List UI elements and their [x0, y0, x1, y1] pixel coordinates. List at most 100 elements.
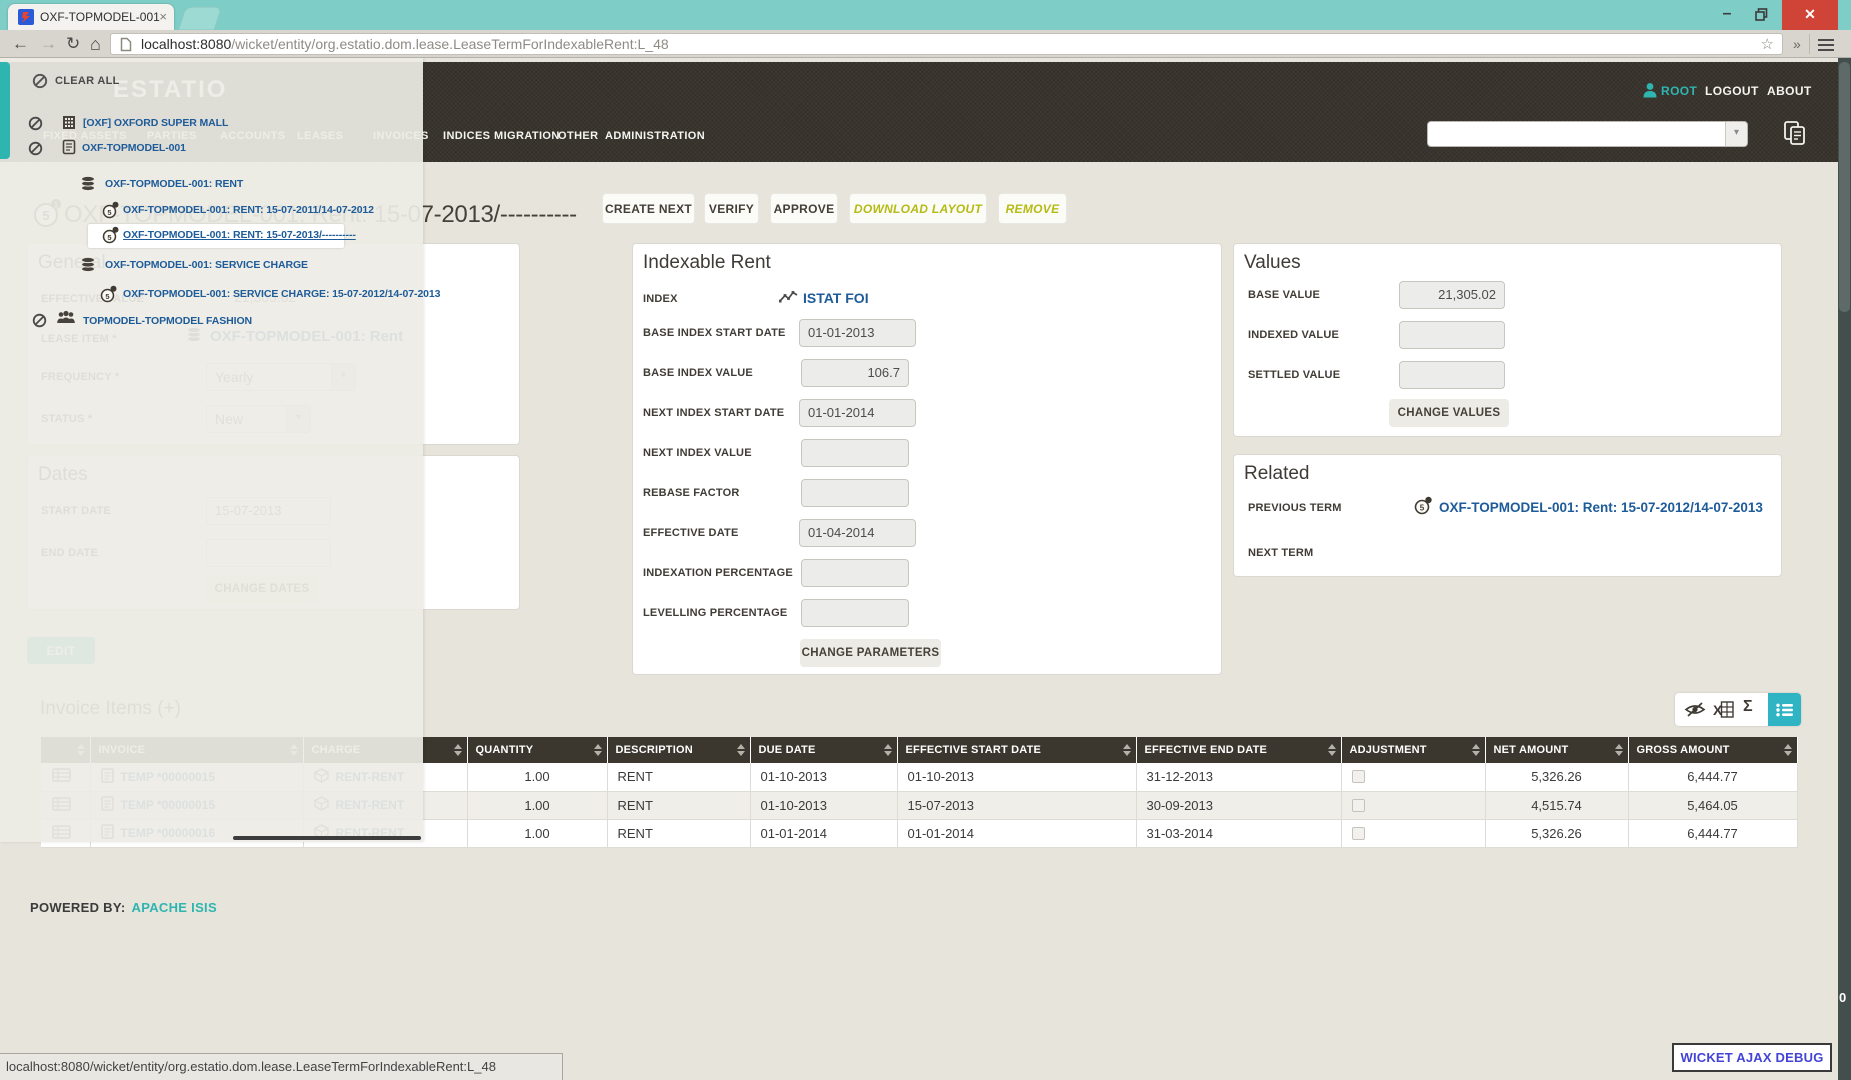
col-adjustment[interactable]: ADJUSTMENT	[1341, 737, 1485, 763]
bookmarks-panel-handle[interactable]	[0, 62, 10, 159]
sort-icon	[1328, 744, 1336, 756]
indexation-percentage-label: INDEXATION PERCENTAGE	[643, 567, 793, 579]
quantity-cell: 1.00	[467, 819, 607, 847]
previous-term-link[interactable]: OXF-TOPMODEL-001: Rent: 15-07-2012/14-07…	[1439, 500, 1763, 515]
bookmark-oxford-super-mall[interactable]: [OXF] OXFORD SUPER MALL	[83, 117, 228, 129]
quantity-cell: 1.00	[467, 791, 607, 819]
wicket-ajax-debug-button[interactable]: WICKET AJAX DEBUG	[1672, 1043, 1832, 1072]
related-title: Related	[1244, 463, 1310, 485]
sort-icon	[884, 744, 892, 756]
ban-icon[interactable]	[28, 141, 43, 161]
search-input[interactable]	[1430, 124, 1722, 144]
next-index-value-field	[801, 439, 909, 467]
bookmark-star-icon[interactable]: ☆	[1761, 35, 1774, 53]
verify-button[interactable]: VERIFY	[704, 193, 759, 224]
remove-button[interactable]: REMOVE	[998, 193, 1067, 224]
approve-button[interactable]: APPROVE	[770, 193, 838, 224]
bookmark-service-charge[interactable]: OXF-TOPMODEL-001: SERVICE CHARGE	[105, 259, 308, 271]
nav-administration[interactable]: ADMINISTRATION	[605, 130, 705, 142]
search-dropdown-icon[interactable]: ▾	[1725, 122, 1747, 146]
change-values-button[interactable]: CHANGE VALUES	[1389, 399, 1509, 427]
sort-icon	[1472, 744, 1480, 756]
debug-counter: 0	[1839, 990, 1846, 1005]
url-bar[interactable]: localhost:8080/wicket/entity/org.estatio…	[110, 33, 1783, 55]
nav-other[interactable]: OTHER	[558, 130, 599, 142]
window-restore-button[interactable]	[1746, 0, 1776, 30]
nav-indices[interactable]: INDICES	[443, 130, 490, 142]
values-title: Values	[1244, 252, 1301, 274]
clear-all-icon[interactable]	[32, 73, 48, 94]
levelling-percentage-field	[801, 599, 909, 627]
more-extensions-icon[interactable]: »	[1793, 33, 1801, 55]
bookmark-service-charge-2012[interactable]: OXF-TOPMODEL-001: SERVICE CHARGE: 15-07-…	[123, 288, 440, 300]
col-effective-start-date[interactable]: EFFECTIVE START DATE	[897, 737, 1136, 763]
nav-migration[interactable]: MIGRATION	[494, 130, 560, 142]
change-parameters-button[interactable]: CHANGE PARAMETERS	[800, 639, 941, 667]
bookmark-oxf-topmodel-001[interactable]: OXF-TOPMODEL-001	[82, 142, 186, 154]
adjustment-checkbox[interactable]	[1352, 770, 1365, 783]
favicon-icon	[18, 9, 34, 30]
bookmark-topmodel-fashion[interactable]: TOPMODEL-TOPMODEL FASHION	[83, 315, 252, 327]
sort-icon	[1784, 744, 1792, 756]
hide-columns-icon[interactable]	[1684, 701, 1706, 723]
bookmark-rent-2013-active[interactable]: OXF-TOPMODEL-001: RENT: 15-07-2013/-----…	[123, 229, 356, 241]
browser-titlebar: OXF-TOPMODEL-001 × – ✕	[0, 0, 1851, 30]
overlay-hscrollbar[interactable]	[233, 836, 421, 840]
indexable-rent-title: Indexable Rent	[643, 252, 771, 274]
col-quantity[interactable]: QUANTITY	[467, 737, 607, 763]
effective-start-date-cell: 15-07-2013	[897, 791, 1136, 819]
adjustment-checkbox[interactable]	[1352, 799, 1365, 812]
page-scrollbar[interactable]: 0	[1838, 0, 1851, 1080]
sort-icon	[737, 744, 745, 756]
copy-icon[interactable]	[1782, 120, 1809, 152]
clear-all-label[interactable]: CLEAR ALL	[55, 75, 120, 87]
list-view-button[interactable]	[1768, 693, 1801, 726]
net-amount-cell: 5,326.26	[1485, 763, 1628, 791]
browser-tab[interactable]: OXF-TOPMODEL-001 ×	[8, 4, 174, 30]
gross-amount-cell: 6,444.77	[1628, 819, 1797, 847]
export-excel-icon[interactable]: X	[1713, 701, 1734, 723]
levelling-percentage-label: LEVELLING PERCENTAGE	[643, 607, 787, 619]
ban-icon[interactable]	[28, 116, 43, 136]
adjustment-cell	[1341, 791, 1485, 819]
page-footer: POWERED BY: APACHE ISIS	[30, 900, 217, 915]
window-close-button[interactable]: ✕	[1782, 0, 1838, 30]
adjustment-checkbox[interactable]	[1352, 827, 1365, 840]
forward-icon[interactable]: →	[40, 33, 57, 55]
home-icon[interactable]: ⌂	[90, 33, 101, 55]
col-due-date[interactable]: DUE DATE	[750, 737, 897, 763]
browser-addressbar: ← → ↻ ⌂ localhost:8080/wicket/entity/org…	[0, 30, 1851, 58]
reload-icon[interactable]: ↻	[66, 33, 80, 55]
description-cell: RENT	[607, 763, 750, 791]
col-effective-end-date[interactable]: EFFECTIVE END DATE	[1136, 737, 1341, 763]
col-description[interactable]: DESCRIPTION	[607, 737, 750, 763]
previous-term-label: PREVIOUS TERM	[1248, 502, 1342, 514]
new-tab-button[interactable]	[178, 7, 221, 30]
browser-menu-icon[interactable]	[1818, 36, 1834, 51]
ban-icon[interactable]	[32, 313, 47, 333]
summary-sigma-icon[interactable]: Σ	[1743, 698, 1753, 716]
download-layout-button[interactable]: DOWNLOAD LAYOUT	[849, 193, 987, 224]
create-next-button[interactable]: CREATE NEXT	[602, 193, 695, 224]
logout-link[interactable]: LOGOUT	[1705, 84, 1759, 98]
about-link[interactable]: ABOUT	[1767, 84, 1812, 98]
apache-isis-link[interactable]: APACHE ISIS	[132, 900, 217, 915]
col-net-amount[interactable]: NET AMOUNT	[1485, 737, 1628, 763]
user-name[interactable]: ROOT	[1661, 84, 1697, 98]
bookmarks-overlay: CLEAR ALL [OXF] OXFORD SUPER MALL OXF-TO…	[0, 57, 423, 842]
back-icon[interactable]: ←	[12, 33, 29, 55]
related-panel: Related PREVIOUS TERM 5 OXF-TOPMODEL-001…	[1233, 454, 1782, 577]
url-host: localhost:8080	[141, 36, 231, 52]
col-gross-amount[interactable]: GROSS AMOUNT	[1628, 737, 1797, 763]
bookmark-rent[interactable]: OXF-TOPMODEL-001: RENT	[105, 178, 243, 190]
next-index-start-date-label: NEXT INDEX START DATE	[643, 407, 784, 419]
powered-by-label: POWERED BY:	[30, 900, 126, 915]
people-icon	[56, 310, 76, 330]
bookmark-rent-2011[interactable]: OXF-TOPMODEL-001: RENT: 15-07-2011/14-07…	[123, 204, 374, 216]
scrollbar-thumb[interactable]	[1839, 62, 1850, 312]
window-minimize-button[interactable]: –	[1712, 0, 1742, 30]
index-link[interactable]: ISTAT FOI	[803, 290, 869, 306]
building-icon	[62, 115, 76, 135]
tab-close-icon[interactable]: ×	[159, 9, 167, 24]
url-text: localhost:8080/wicket/entity/org.estatio…	[141, 36, 669, 53]
